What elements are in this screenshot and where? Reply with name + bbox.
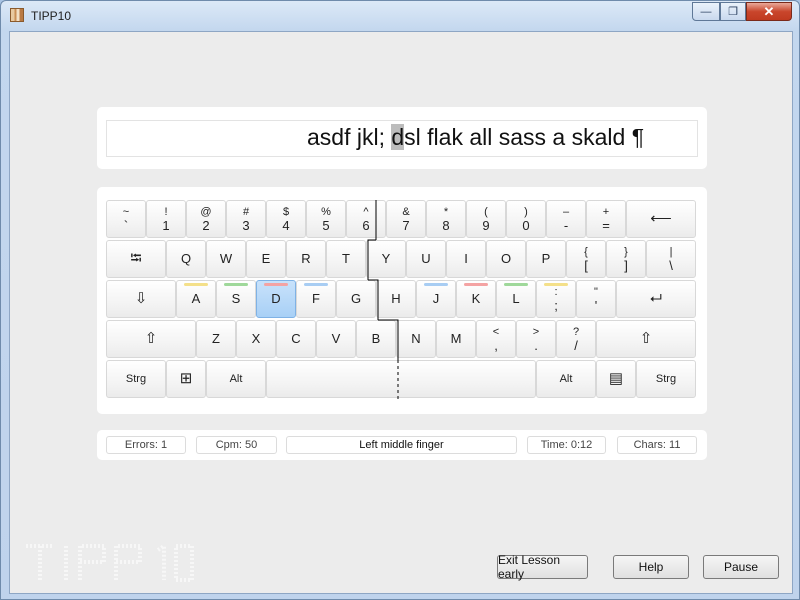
finger-hint: Left middle finger: [286, 436, 517, 454]
help-button[interactable]: Help: [613, 555, 689, 579]
time-counter: Time: 0:12: [527, 436, 606, 454]
client-area: asdf jkl; dsl flak all sass a skald ¶ ~ `…: [9, 31, 793, 594]
current-char: d: [391, 124, 405, 150]
maximize-button[interactable]: ❐: [720, 2, 746, 21]
lesson-text: asdf jkl; dsl flak all sass a skald ¶: [307, 124, 644, 151]
close-icon: ✕: [763, 3, 775, 19]
tipp10-logo: [26, 542, 194, 582]
maximize-icon: ❐: [728, 6, 738, 18]
errors-counter: Errors: 1: [106, 436, 186, 454]
title-bar[interactable]: TIPP10 — ❐ ✕: [1, 1, 799, 31]
lesson-text-line: asdf jkl; dsl flak all sass a skald ¶: [106, 120, 698, 157]
pause-button[interactable]: Pause: [703, 555, 779, 579]
app-icon: [10, 8, 24, 22]
exit-lesson-button[interactable]: Exit Lesson early: [497, 553, 588, 581]
window-title: TIPP10: [31, 9, 72, 23]
hand-separator-line: [367, 200, 399, 401]
app-window: TIPP10 — ❐ ✕ asdf jkl; dsl flak all sass…: [0, 0, 800, 600]
minimize-icon: —: [700, 5, 712, 18]
status-bar: Errors: 1 Cpm: 50 Left middle finger Tim…: [97, 430, 707, 460]
remaining-text: sl flak all sass a skald ¶: [404, 124, 645, 150]
close-button[interactable]: ✕: [746, 2, 792, 21]
virtual-keyboard: ~ `! 1 @2 #3 $4% 5 ^ 6 & 7 * 8(9) 0– - + = ⟵ ⭾ Q W E R T Y U I O P{[…: [97, 187, 707, 414]
chars-counter: Chars: 11: [617, 436, 697, 454]
minimize-button[interactable]: —: [692, 2, 720, 21]
text-panel: asdf jkl; dsl flak all sass a skald ¶: [97, 107, 707, 169]
cpm-counter: Cpm: 50: [196, 436, 277, 454]
typed-text: asdf jkl;: [307, 124, 392, 150]
